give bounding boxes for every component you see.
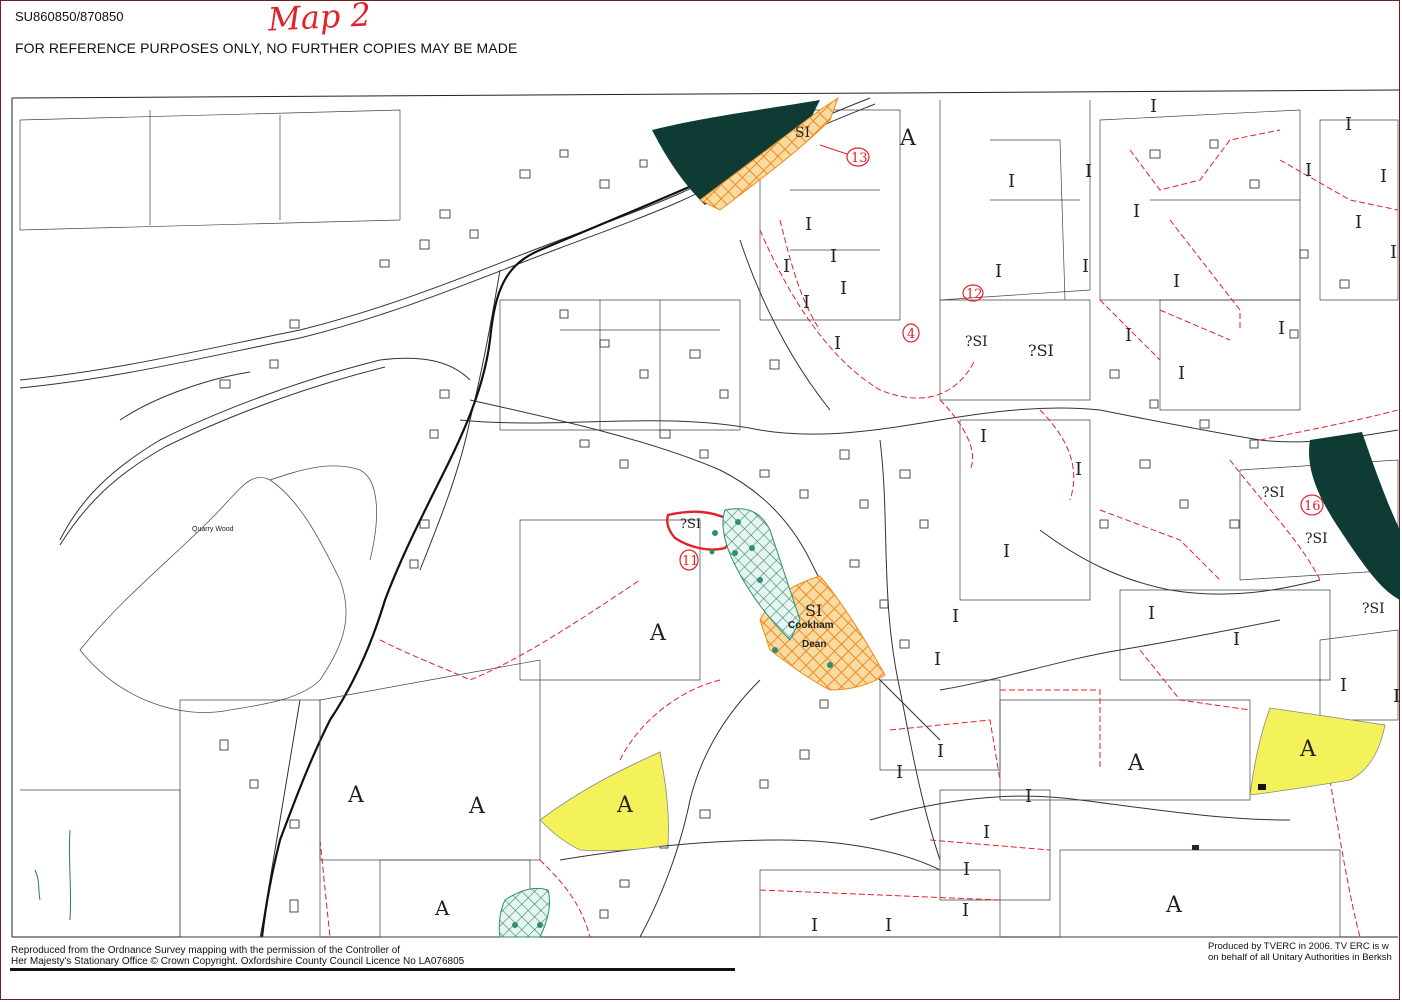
class-letter-i-3: I: [1305, 160, 1312, 181]
annotation-13: 13: [819, 144, 870, 167]
annotation-4: 4: [902, 323, 920, 343]
map-canvas: Quarry Wood Cookham Dean 13 12 4 11 16 A…: [11, 89, 1400, 938]
class-letter-i-40: I: [963, 859, 970, 880]
tverc-credit-line-2: on behalf of all Unitary Authorities in …: [1208, 952, 1392, 963]
svg-text:4: 4: [907, 327, 915, 342]
class-letter-qsi-19: ?SI: [1028, 341, 1054, 360]
class-letter-i-43: I: [885, 915, 892, 936]
class-letter-a-49: A: [434, 896, 450, 920]
class-letter-qsi-18: ?SI: [965, 334, 988, 350]
class-letter-i-39: I: [983, 822, 990, 843]
marker-square-2: [1192, 845, 1199, 850]
yellow-area-south: [539, 751, 669, 852]
pencil-marks: [34, 829, 72, 921]
class-letter-i-35: I: [934, 649, 941, 670]
class-letter-i-12: I: [840, 278, 847, 299]
class-letter-i-8: I: [1355, 212, 1362, 233]
class-letter-i-5: I: [1008, 171, 1015, 192]
class-letter-i-11: I: [783, 256, 790, 277]
class-letter-i-25: I: [1075, 459, 1082, 480]
annotation-12: 12: [962, 284, 984, 302]
svg-text:11: 11: [682, 554, 699, 569]
class-letter-i-37: I: [896, 762, 903, 783]
class-letter-si-52: SI: [795, 125, 810, 141]
annotation-16: 16: [1300, 494, 1324, 516]
class-letter-i-33: I: [1393, 686, 1400, 707]
os-credit-line-1: Reproduced from the Ordnance Survey mapp…: [11, 945, 401, 956]
class-letter-i-14: I: [995, 261, 1002, 282]
class-letter-i-41: I: [962, 900, 969, 921]
class-letter-si-53: SI: [805, 601, 822, 620]
class-letter-a-44: A: [1127, 751, 1145, 776]
class-letter-i-20: I: [1125, 325, 1132, 346]
class-letter-i-13: I: [803, 292, 810, 313]
annotation-11: 11: [679, 549, 699, 571]
place-label-dean: Dean: [802, 639, 826, 650]
svg-text:16: 16: [1304, 499, 1321, 514]
class-letter-i-24: I: [980, 426, 987, 447]
class-letter-i-10: I: [830, 246, 837, 267]
class-letter-i-42: I: [811, 915, 818, 936]
class-letter-qsi-27: ?SI: [1305, 531, 1328, 547]
tverc-credit-line-1: Produced by TVERC in 2006. TV ERC is w: [1208, 941, 1389, 952]
road-network: [19, 97, 1399, 938]
svg-text:13: 13: [851, 151, 868, 166]
class-letter-a-0: A: [899, 126, 917, 151]
class-letter-qsi-26: ?SI: [1262, 485, 1285, 501]
place-label-cookham: Cookham: [788, 620, 834, 631]
place-label-quarry-wood: Quarry Wood: [192, 526, 234, 533]
quarry-wood-outline: [79, 465, 377, 713]
footer-rule: [10, 968, 735, 971]
class-letter-i-30: I: [1148, 603, 1155, 624]
class-letter-i-9: I: [805, 214, 812, 235]
hatch-teal-south: [498, 887, 551, 938]
class-letter-i-22: I: [834, 333, 841, 354]
svg-text:12: 12: [966, 287, 983, 302]
class-letter-i-34: I: [952, 606, 959, 627]
os-credit: Reproduced from the Ordnance Survey mapp…: [11, 945, 464, 967]
class-letter-qsi-54: ?SI: [680, 517, 701, 532]
class-letter-i-23: I: [1178, 363, 1185, 384]
class-letter-i-36: I: [937, 741, 944, 762]
class-letter-i-21: I: [1278, 318, 1285, 339]
class-letter-a-45: A: [1165, 893, 1183, 918]
class-letter-i-29: I: [1003, 541, 1010, 562]
class-letter-i-31: I: [1233, 629, 1240, 650]
class-letter-i-7: I: [1133, 201, 1140, 222]
os-credit-line-2: Her Majesty's Stationary Office © Crown …: [11, 956, 465, 967]
class-letter-i-32: I: [1340, 675, 1347, 696]
class-letter-a-48: A: [468, 794, 486, 819]
tverc-credit: Produced by TVERC in 2006. TV ERC is w o…: [1208, 941, 1398, 963]
field-parcels: [19, 100, 1399, 938]
class-letter-i-15: I: [1082, 256, 1089, 277]
red-annotations: 13 12 4 11 16: [679, 144, 1324, 571]
class-letter-qsi-28: ?SI: [1362, 601, 1385, 617]
class-letter-i-38: I: [1025, 786, 1032, 807]
class-letters: AIII II IIIIIIIII III?SI ?SII IIIII?SI?SI?SII…: [347, 96, 1400, 936]
class-letter-i-2: I: [1345, 114, 1352, 135]
class-letter-i-16: I: [1173, 271, 1180, 292]
class-letter-a-47: A: [347, 783, 365, 808]
class-letter-i-4: I: [1380, 166, 1387, 187]
class-letter-a-50: A: [1299, 737, 1317, 762]
class-letter-a-51: A: [616, 793, 634, 818]
class-letter-i-6: I: [1085, 161, 1092, 182]
yellow-area-east: [1249, 707, 1386, 796]
marker-square: [1258, 784, 1266, 790]
class-letter-i-1: I: [1150, 96, 1157, 117]
class-letter-i-17: I: [1390, 242, 1397, 263]
class-letter-a-46: A: [649, 621, 667, 646]
